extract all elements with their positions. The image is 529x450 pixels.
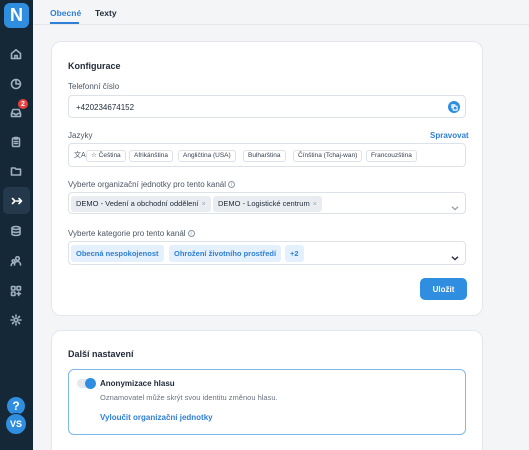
anonymization-toggle[interactable] — [77, 378, 96, 389]
more-settings-card: Další nastavení Anonymizace hlasu Oznamo… — [51, 330, 483, 450]
languages-field: 文A ☆ Čeština Afrikánština Angličtina (US… — [68, 143, 466, 167]
language-chip[interactable]: Čínština (Tchaj-wan) — [293, 150, 363, 162]
anonymization-description: Oznamovatel může skrýt svou identitu změ… — [100, 393, 278, 402]
tab-bar: Obecné Texty — [33, 0, 529, 25]
app-logo[interactable]: N — [4, 3, 29, 28]
language-chip[interactable]: Francouzština — [366, 150, 417, 162]
notification-badge: 2 — [18, 99, 28, 109]
tab-general[interactable]: Obecné — [50, 8, 81, 18]
sidebar: N 2 ? VS — [0, 0, 33, 450]
categories-label: Vyberte kategorie pro tento kanál i — [68, 229, 195, 238]
user-avatar[interactable]: VS — [5, 413, 27, 435]
info-icon: i — [187, 230, 195, 238]
org-unit-tag[interactable]: DEMO - Logistické centrum × — [213, 196, 322, 212]
configuration-title: Konfigurace — [68, 61, 121, 71]
settings-icon[interactable] — [5, 309, 27, 331]
org-unit-tag[interactable]: DEMO - Vedení a obchodní oddělení × — [71, 196, 211, 212]
phone-value: +420234674152 — [76, 103, 135, 112]
chevron-down-icon[interactable] — [451, 249, 459, 261]
org-units-label: Vyberte organizační jednotky pro tento k… — [68, 180, 236, 189]
category-tag[interactable]: Ohrožení životního prostředí — [169, 245, 282, 262]
language-chip[interactable]: ☆ Čeština — [86, 150, 126, 162]
phone-label: Telefonní číslo — [68, 82, 120, 91]
copy-button[interactable] — [448, 101, 460, 113]
more-categories-tag[interactable]: +2 — [285, 245, 304, 262]
languages-label: Jazyky — [68, 131, 93, 140]
remove-tag-icon: × — [201, 201, 206, 208]
exclude-org-units-link[interactable]: Vyloučit organizační jednotky — [100, 413, 213, 422]
integrations-icon[interactable] — [5, 280, 27, 302]
manage-languages-link[interactable]: Spravovat — [430, 131, 469, 140]
active-tab-indicator — [50, 22, 79, 24]
inbox-icon[interactable]: 2 — [5, 99, 28, 124]
clipboard-icon[interactable] — [5, 131, 27, 153]
phone-field[interactable]: +420234674152 — [68, 95, 466, 118]
home-icon[interactable] — [5, 43, 27, 65]
analytics-icon[interactable] — [5, 73, 27, 95]
remove-tag-icon: × — [312, 201, 317, 208]
voice-anonymization-box: Anonymizace hlasu Oznamovatel může skrýt… — [68, 369, 466, 435]
anonymization-title: Anonymizace hlasu — [100, 379, 175, 388]
info-icon: i — [228, 181, 236, 189]
language-chip[interactable]: Afrikánština — [129, 150, 173, 162]
users-icon[interactable] — [5, 250, 27, 272]
categories-select[interactable]: Obecná nespokojenost Ohrožení životního … — [68, 241, 466, 265]
org-units-select[interactable]: DEMO - Vedení a obchodní oddělení × DEMO … — [68, 192, 466, 214]
language-chip[interactable]: Angličtina (USA) — [178, 150, 236, 162]
folder-icon[interactable] — [5, 160, 27, 182]
database-icon[interactable] — [5, 220, 27, 242]
copy-icon — [450, 103, 458, 111]
language-chip[interactable]: Bulharština — [243, 150, 286, 162]
chevron-down-icon[interactable] — [451, 199, 459, 211]
more-settings-title: Další nastavení — [68, 349, 134, 359]
tab-texts[interactable]: Texty — [95, 8, 117, 18]
channels-icon[interactable] — [3, 187, 30, 214]
save-button[interactable]: Uložit — [420, 278, 467, 300]
translate-icon: 文A — [74, 152, 86, 159]
category-tag[interactable]: Obecná nespokojenost — [71, 245, 164, 262]
configuration-card: Konfigurace Telefonní číslo +42023467415… — [51, 41, 483, 316]
